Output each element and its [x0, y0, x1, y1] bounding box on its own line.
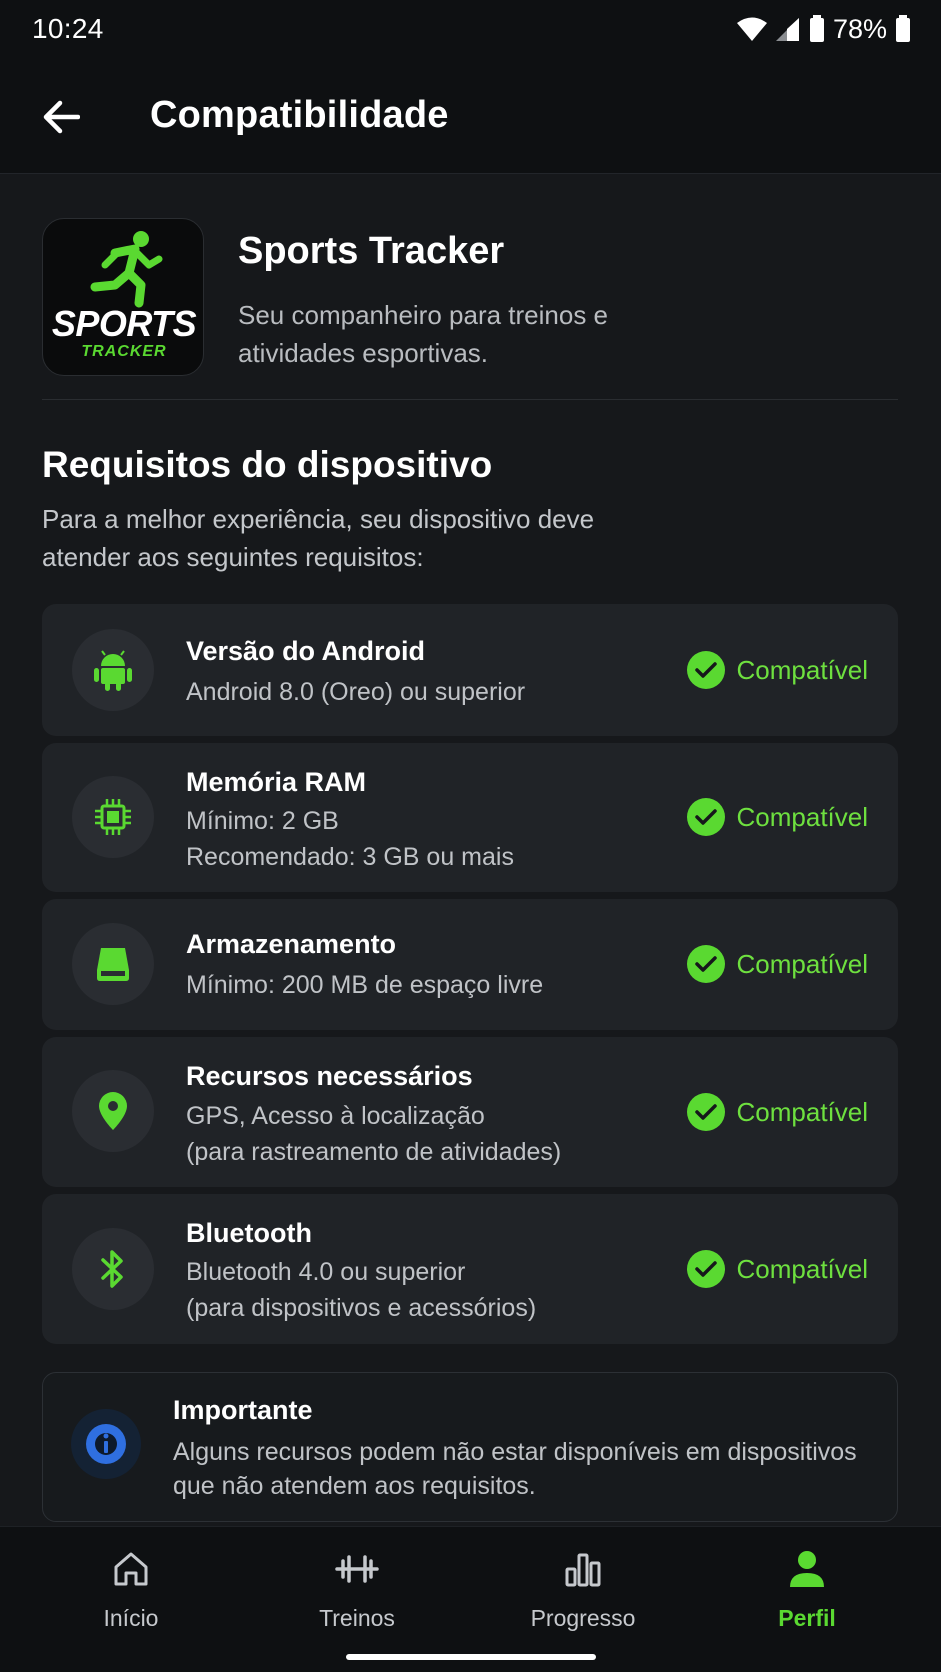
check-circle-icon: [686, 651, 725, 689]
bottom-navigation: Início Treinos Progresso Perfil: [0, 1526, 941, 1672]
requirement-detail: GPS, Acesso à localização: [186, 1102, 485, 1130]
battery-small-icon: [809, 15, 824, 42]
home-indicator[interactable]: [346, 1654, 596, 1660]
requirement-icon-wrap: [72, 629, 154, 711]
nav-label: Perfil: [778, 1605, 836, 1631]
compatibility-status: Compatível: [686, 798, 869, 836]
nav-label: Treinos: [319, 1605, 395, 1631]
requirement-detail: (para rastreamento de atividades): [186, 1138, 562, 1166]
signal-icon: [775, 18, 799, 41]
check-circle-icon: [686, 1250, 725, 1288]
logo-text-sports: SPORTS: [51, 303, 197, 344]
android-icon: [94, 650, 132, 691]
logo-text-tracker: TRACKER: [81, 343, 167, 360]
compatibility-status: Compatível: [686, 1250, 869, 1288]
info-icon-wrap: [71, 1409, 141, 1479]
nav-label: Início: [103, 1605, 159, 1631]
nav-label: Progresso: [530, 1605, 636, 1631]
requirement-title: Memória RAM: [186, 767, 367, 797]
storage-icon: [97, 948, 129, 981]
page-title: Compatibilidade: [150, 94, 449, 136]
app-name: Sports Tracker: [238, 230, 505, 272]
requirement-card-features: Recursos necessários GPS, Acesso à local…: [42, 1037, 898, 1187]
requirement-detail: Mínimo: 2 GB: [186, 807, 339, 835]
requirement-card-storage: Armazenamento Mínimo: 200 MB de espaço l…: [42, 899, 898, 1030]
app-bar: Compatibilidade: [0, 58, 941, 174]
requirement-title: Armazenamento: [186, 929, 397, 959]
status-text: Compatível: [736, 801, 869, 832]
requirement-card-android: Versão do Android Android 8.0 (Oreo) ou …: [42, 604, 898, 736]
requirement-icon-wrap: [72, 923, 154, 1005]
app-header: SPORTS TRACKER Sports Tracker Seu compan…: [42, 218, 898, 400]
requirement-title: Bluetooth: [186, 1218, 312, 1248]
bar-chart-icon: [565, 1553, 601, 1587]
status-bar: 10:24 78%: [0, 0, 941, 58]
requirement-detail: Android 8.0 (Oreo) ou superior: [186, 678, 526, 706]
status-text: Compatível: [736, 1096, 869, 1127]
requirement-detail: (para dispositivos e acessórios): [186, 1294, 537, 1322]
requirement-detail: Recomendado: 3 GB ou mais: [186, 843, 514, 871]
requirement-card-ram: Memória RAM Mínimo: 2 GB Recomendado: 3 …: [42, 743, 898, 892]
requirement-icon-wrap: [72, 776, 154, 858]
nav-item-inicio[interactable]: Início: [51, 1547, 211, 1632]
requirement-detail: Mínimo: 200 MB de espaço livre: [186, 971, 544, 999]
compatibility-status: Compatível: [686, 651, 869, 689]
check-circle-icon: [686, 945, 725, 983]
check-circle-icon: [686, 798, 725, 836]
runner-icon: [90, 231, 163, 308]
info-icon: [86, 1424, 126, 1464]
requirement-icon-wrap: [72, 1070, 154, 1152]
location-pin-icon: [99, 1092, 127, 1130]
nav-item-perfil[interactable]: Perfil: [727, 1547, 887, 1632]
back-button[interactable]: [38, 94, 84, 140]
status-time: 10:24: [32, 13, 104, 44]
requirement-detail: Bluetooth 4.0 ou superior: [186, 1258, 466, 1286]
important-notice: Importante Alguns recursos podem não est…: [42, 1372, 898, 1522]
requirements-title: Requisitos do dispositivo: [42, 444, 493, 485]
requirement-card-bluetooth: Bluetooth Bluetooth 4.0 ou superior (par…: [42, 1194, 898, 1344]
person-icon: [790, 1551, 824, 1587]
battery-icon: [896, 15, 910, 42]
home-icon: [114, 1552, 148, 1586]
notice-text: Alguns recursos podem não estar disponív…: [173, 1438, 857, 1500]
requirement-title: Recursos necessários: [186, 1061, 473, 1091]
status-text: Compatível: [736, 948, 869, 979]
status-icons: 78%: [736, 13, 911, 45]
nav-item-treinos[interactable]: Treinos: [277, 1547, 437, 1632]
requirement-title: Versão do Android: [186, 636, 426, 666]
app-description: Seu companheiro para treinos e atividade…: [238, 300, 609, 368]
battery-percent: 78%: [832, 13, 887, 44]
check-circle-icon: [686, 1093, 725, 1131]
arrow-back-icon: [43, 100, 80, 134]
compatibility-status: Compatível: [686, 945, 869, 983]
requirement-icon-wrap: [72, 1228, 154, 1310]
requirements-description: Para a melhor experiência, seu dispositi…: [42, 504, 595, 572]
nav-item-progresso[interactable]: Progresso: [503, 1547, 663, 1632]
chip-icon: [95, 799, 131, 835]
status-text: Compatível: [736, 1253, 869, 1284]
wifi-icon: [736, 17, 767, 41]
bluetooth-icon: [101, 1250, 123, 1288]
notice-title: Importante: [173, 1395, 313, 1425]
app-logo: SPORTS TRACKER: [42, 218, 204, 376]
compatibility-status: Compatível: [686, 1093, 869, 1131]
dumbbell-icon: [335, 1555, 379, 1583]
status-text: Compatível: [736, 654, 869, 685]
